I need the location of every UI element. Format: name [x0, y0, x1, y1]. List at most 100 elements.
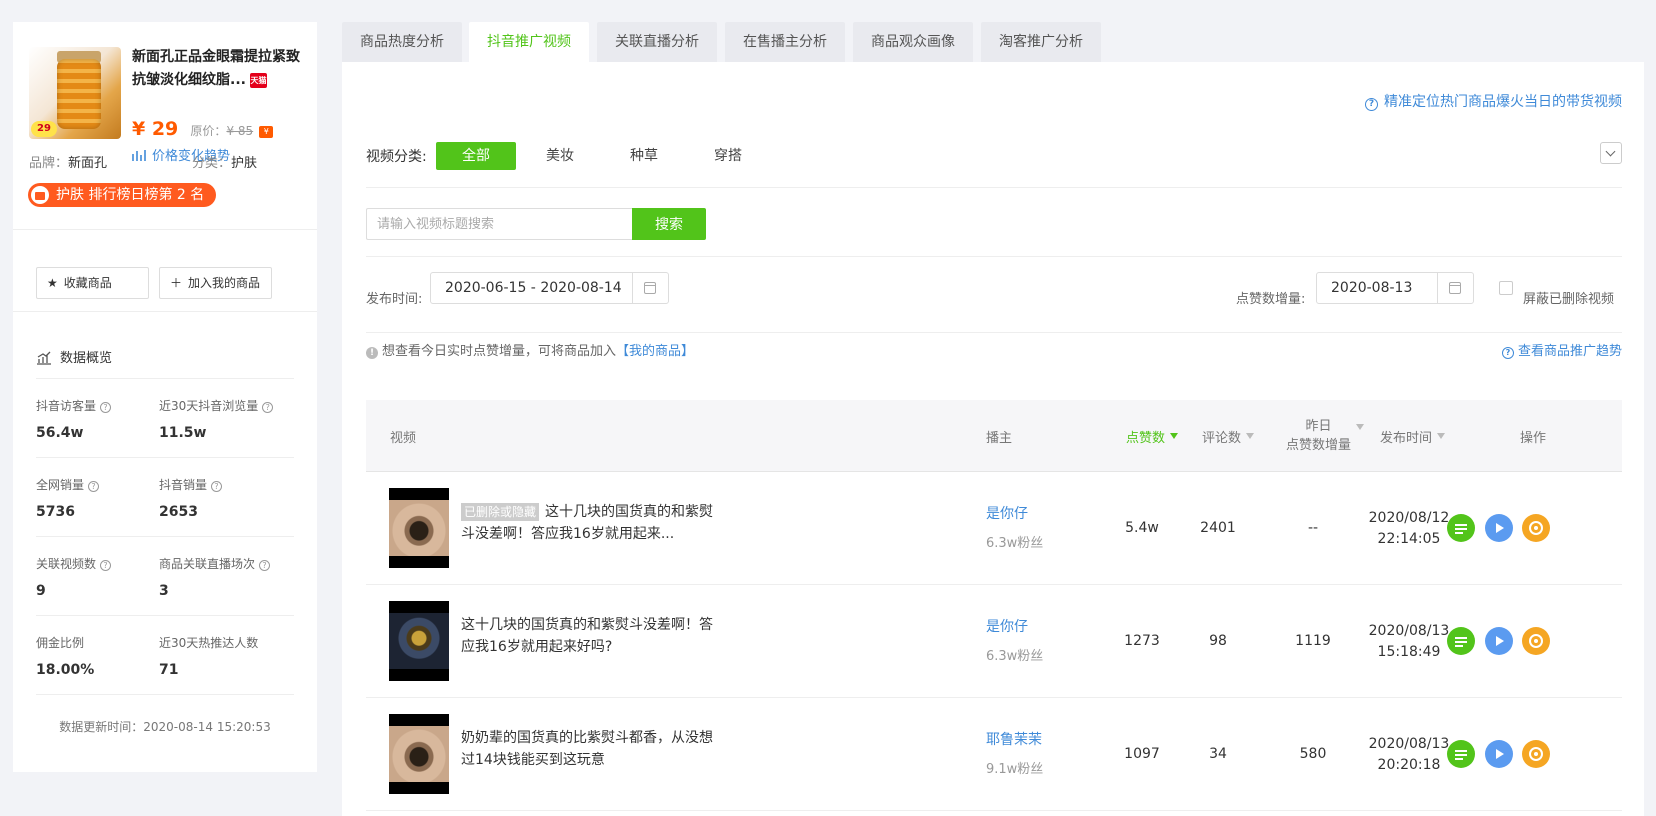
divider: [632, 273, 633, 303]
play-icon[interactable]: [1485, 514, 1513, 542]
fans-count: 6.3w粉丝: [986, 649, 1044, 664]
comments-cell: 98: [1209, 633, 1227, 649]
shopping-bag-icon: [31, 186, 49, 204]
product-sidebar: 29 新面孔正品金眼霜提拉紧致抗皱淡化细纹脂... 天猫 ¥ 29 原价：¥ 85…: [13, 22, 317, 772]
current-price: ¥ 29: [132, 118, 179, 140]
category-all[interactable]: 全部: [436, 142, 516, 170]
help-icon[interactable]: ?: [100, 560, 112, 571]
rank-badge[interactable]: 护肤 排行榜日榜第 2 名: [28, 183, 217, 207]
realtime-hint: ! 想查看今日实时点赞增量，可将商品加入【我的商品】: [366, 340, 694, 359]
comments-cell: 34: [1209, 746, 1227, 762]
help-icon[interactable]: ?: [100, 402, 112, 413]
col-comments-sort[interactable]: 评论数: [1202, 400, 1255, 472]
category-outfit[interactable]: 穿搭: [688, 142, 768, 170]
product-image[interactable]: 29: [29, 47, 121, 139]
video-title[interactable]: 已删除或隐藏 这十几块的国货真的和紫熨斗没差啊！答应我16岁就用起来...: [461, 501, 721, 545]
fans-count: 6.3w粉丝: [986, 536, 1044, 551]
likes-date-text: 2020-08-13: [1331, 280, 1413, 296]
add-my-product-button[interactable]: ＋加入我的商品: [159, 267, 272, 299]
video-title[interactable]: 奶奶辈的国货真的比紫熨斗都香，从没想过14块钱能买到这玩意: [461, 727, 721, 771]
image-price-badge: 29: [31, 121, 57, 137]
help-circle-icon: ?: [1501, 347, 1514, 359]
col-publish-time-sort[interactable]: 发布时间: [1380, 400, 1446, 472]
stat-row: 抖音访客量? 56.4w 近30天抖音浏览量? 11.5w: [36, 378, 294, 458]
calendar-icon: [1449, 282, 1461, 294]
help-icon[interactable]: ?: [262, 402, 274, 413]
anchor-link[interactable]: 是你仔: [986, 503, 1028, 523]
likes-date-picker[interactable]: 2020-08-13: [1316, 272, 1474, 304]
jar-body: [57, 59, 101, 129]
sort-caret-icon: [1437, 433, 1446, 439]
stat-row: 全网销量? 5736 抖音销量? 2653: [36, 457, 294, 537]
target-icon[interactable]: [1522, 514, 1550, 542]
product-title[interactable]: 新面孔正品金眼霜提拉紧致抗皱淡化细纹脂... 天猫: [132, 46, 307, 92]
play-icon[interactable]: [1485, 627, 1513, 655]
divider: [366, 187, 1622, 188]
promotion-trend-link[interactable]: ? 查看商品推广趋势: [1501, 340, 1622, 359]
col-anchor: 播主: [986, 430, 1013, 446]
favorite-button[interactable]: ★ 收藏商品: [36, 267, 149, 299]
chart-icon: [37, 351, 51, 365]
tab-audience-profile[interactable]: 商品观众画像: [853, 22, 973, 62]
play-icon[interactable]: [1485, 740, 1513, 768]
my-products-link[interactable]: 【我的商品】: [616, 344, 694, 359]
video-thumbnail[interactable]: [389, 488, 449, 568]
search-button[interactable]: 搜索: [632, 208, 706, 240]
video-search-input[interactable]: [366, 208, 632, 240]
overview-title: 数据概览: [36, 347, 112, 366]
tab-live-analysis[interactable]: 关联直播分析: [597, 22, 717, 62]
video-thumbnail[interactable]: [389, 714, 449, 794]
tab-douyin-videos[interactable]: 抖音推广视频: [469, 22, 589, 62]
divider: [366, 332, 1622, 333]
tmall-tag: 天猫: [249, 72, 267, 88]
help-icon[interactable]: ?: [259, 560, 271, 571]
info-icon: !: [366, 347, 378, 359]
help-circle-icon: ?: [1365, 98, 1378, 111]
update-time: 数据更新时间：2020-08-14 15:20:53: [59, 720, 271, 734]
publish-date-range-text: 2020-06-15 - 2020-08-14: [445, 280, 622, 296]
calendar-icon: [644, 282, 656, 294]
divider: [36, 694, 294, 695]
category-filter-label: 视频分类:: [366, 149, 427, 165]
detail-list-icon[interactable]: [1447, 740, 1475, 768]
help-icon[interactable]: ?: [88, 481, 100, 492]
stat-row: 佣金比例 18.00% 近30天热推达人数 71: [36, 615, 294, 695]
category-field: 分类：护肤: [192, 156, 258, 171]
detail-list-icon[interactable]: [1447, 627, 1475, 655]
category-beauty[interactable]: 美妆: [520, 142, 600, 170]
plus-icon: ＋: [170, 276, 183, 290]
tab-anchor-analysis[interactable]: 在售播主分析: [725, 22, 845, 62]
yesterday-likes-cell: 580: [1299, 746, 1327, 762]
anchor-link[interactable]: 耶鲁茉茉: [986, 729, 1042, 749]
product-title-text: 新面孔正品金眼霜提拉紧致抗皱淡化细纹脂...: [132, 49, 300, 88]
star-icon: ★: [47, 276, 58, 290]
stat-row: 关联视频数? 9 商品关联直播场次? 3: [36, 536, 294, 616]
tab-taoke-analysis[interactable]: 淘客推广分析: [981, 22, 1101, 62]
category-recommend[interactable]: 种草: [604, 142, 684, 170]
sort-caret-icon: [1356, 424, 1365, 430]
likes-cell: 1273: [1124, 633, 1160, 649]
target-icon[interactable]: [1522, 627, 1550, 655]
original-price: 原价：¥ 85: [190, 124, 254, 138]
coupon-icon: ¥: [259, 125, 274, 138]
chevron-down-icon[interactable]: [1600, 142, 1622, 164]
detail-list-icon[interactable]: [1447, 514, 1475, 542]
table-row: 已删除或隐藏 这十几块的国货真的和紫熨斗没差啊！答应我16岁就用起来... 是你仔…: [366, 472, 1622, 585]
col-video: 视频: [390, 430, 417, 446]
col-yesterday-likes-sort[interactable]: 昨日 点赞数增量: [1286, 400, 1365, 472]
hide-deleted-label: 屏蔽已删除视频: [1523, 292, 1615, 307]
target-icon[interactable]: [1522, 740, 1550, 768]
video-thumbnail[interactable]: [389, 601, 449, 681]
sort-caret-icon: [1170, 433, 1179, 439]
publish-date-range[interactable]: 2020-06-15 - 2020-08-14: [430, 272, 669, 304]
divider: [1437, 273, 1438, 303]
hide-deleted-checkbox[interactable]: [1499, 281, 1513, 295]
main-content: ?精准定位热门商品爆火当日的带货视频 视频分类: 全部 美妆 种草 穿搭 搜索 …: [342, 62, 1644, 816]
tab-heat-analysis[interactable]: 商品热度分析: [342, 22, 462, 62]
help-icon[interactable]: ?: [211, 481, 223, 492]
video-title[interactable]: 这十几块的国货真的和紫熨斗没差啊！答应我16岁就用起来好吗?: [461, 614, 721, 658]
anchor-link[interactable]: 是你仔: [986, 616, 1028, 636]
col-likes-sort[interactable]: 点赞数: [1126, 400, 1179, 472]
table-row: 奶奶辈的国货真的比紫熨斗都香，从没想过14块钱能买到这玩意 耶鲁茉茉 9.1w粉…: [366, 698, 1622, 811]
hot-video-help-link[interactable]: ? 精准定位热门商品爆火当日的带货视频: [1365, 91, 1622, 111]
